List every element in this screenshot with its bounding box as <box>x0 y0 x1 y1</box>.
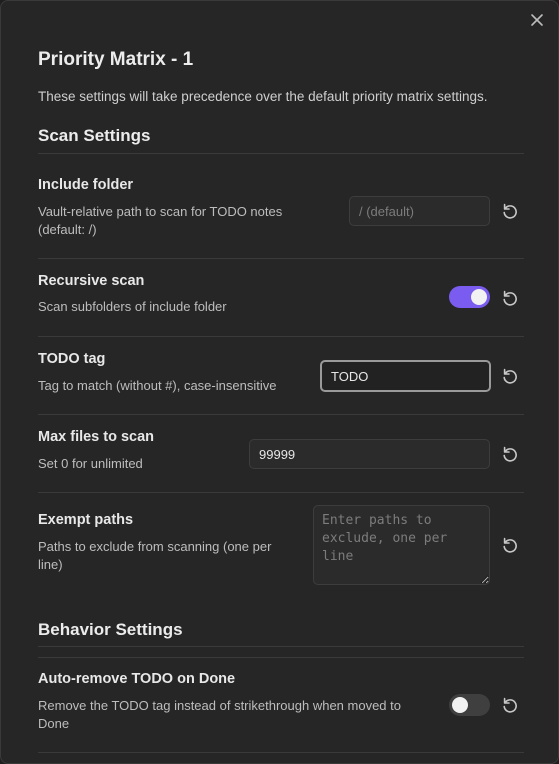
close-icon[interactable] <box>528 11 546 29</box>
exempt-paths-textarea[interactable] <box>313 505 490 585</box>
modal-title: Priority Matrix - 1 <box>38 49 194 70</box>
setting-desc-include-folder-line2: (default: /) <box>38 222 97 237</box>
section-heading-behavior: Behavior Settings <box>38 620 183 639</box>
reset-icon[interactable] <box>501 445 519 463</box>
todo-tag-input[interactable] <box>320 360 491 392</box>
reset-icon[interactable] <box>501 696 519 714</box>
setting-name-todo-tag: TODO tag <box>38 351 106 367</box>
setting-desc-todo-tag: Tag to match (without #), case-insensiti… <box>38 378 277 393</box>
toggle-knob <box>471 289 487 305</box>
reset-icon[interactable] <box>501 202 519 220</box>
max-files-input[interactable] <box>249 439 490 469</box>
setting-desc-exempt-paths-line2: line) <box>38 557 63 572</box>
setting-desc-exempt-paths-line1: Paths to exclude from scanning (one per <box>38 539 272 554</box>
section-heading-scan: Scan Settings <box>38 126 151 145</box>
setting-desc-auto-remove-line2: Done <box>38 716 70 731</box>
include-folder-input[interactable] <box>349 196 490 226</box>
divider <box>38 646 524 647</box>
setting-name-max-files: Max files to scan <box>38 429 155 445</box>
setting-desc-max-files: Set 0 for unlimited <box>38 456 143 471</box>
reset-icon[interactable] <box>501 367 519 385</box>
setting-name-auto-remove: Auto-remove TODO on Done <box>38 671 236 687</box>
recursive-scan-toggle[interactable] <box>449 286 490 308</box>
divider <box>38 258 524 259</box>
divider <box>38 336 524 337</box>
setting-desc-recursive-scan: Scan subfolders of include folder <box>38 299 227 314</box>
divider <box>38 414 524 415</box>
divider <box>38 492 524 493</box>
setting-name-include-folder: Include folder <box>38 177 134 193</box>
setting-desc-auto-remove-line1: Remove the TODO tag instead of strikethr… <box>38 698 401 713</box>
reset-icon[interactable] <box>501 536 519 554</box>
auto-remove-toggle[interactable] <box>449 694 490 716</box>
setting-name-exempt-paths: Exempt paths <box>38 512 134 528</box>
divider <box>38 153 524 154</box>
divider <box>38 657 524 658</box>
divider <box>38 752 524 753</box>
toggle-knob <box>452 697 468 713</box>
reset-icon[interactable] <box>501 289 519 307</box>
modal-description: These settings will take precedence over… <box>38 89 488 104</box>
setting-name-recursive-scan: Recursive scan <box>38 273 145 289</box>
settings-modal: Priority Matrix - 1 These settings will … <box>0 0 559 764</box>
setting-desc-include-folder-line1: Vault-relative path to scan for TODO not… <box>38 204 283 219</box>
